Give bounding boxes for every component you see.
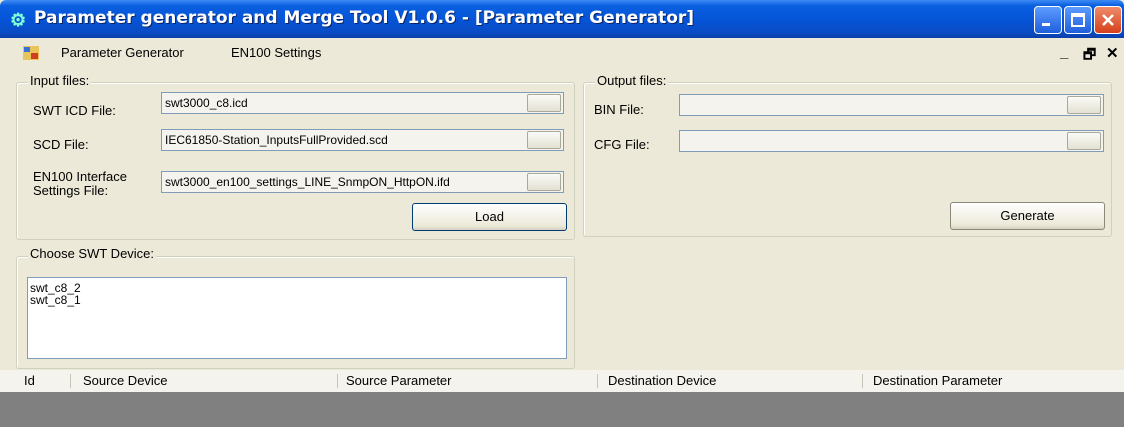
swt-icd-value: swt3000_c8.icd <box>165 96 248 110</box>
mapping-table-body[interactable] <box>0 392 1124 427</box>
device-legend: Choose SWT Device: <box>28 246 157 261</box>
maximize-button[interactable] <box>1064 6 1092 34</box>
col-source-device[interactable]: Source Device <box>83 373 168 388</box>
app-icon: ⚙ <box>10 10 27 30</box>
swt-icd-field[interactable]: swt3000_c8.icd <box>161 92 564 114</box>
mdi-close-icon[interactable]: ✕ <box>1106 44 1119 62</box>
scd-value: IEC61850-Station_InputsFullProvided.scd <box>165 133 388 147</box>
minimize-button[interactable] <box>1034 6 1062 34</box>
mdi-restore-icon[interactable]: 🗗 <box>1083 44 1096 68</box>
output-files-legend: Output files: <box>595 73 669 88</box>
list-item[interactable]: swt_c8_1 <box>30 294 564 306</box>
col-id[interactable]: Id <box>24 373 35 388</box>
menu-parameter-generator[interactable]: Parameter Generator <box>61 45 184 60</box>
col-destination-parameter[interactable]: Destination Parameter <box>873 373 1002 388</box>
scd-field[interactable]: IEC61850-Station_InputsFullProvided.scd <box>161 129 564 151</box>
en100-browse-button[interactable] <box>527 173 561 191</box>
swt-icd-browse-button[interactable] <box>527 94 561 112</box>
device-listbox[interactable]: swt_c8_2 swt_c8_1 <box>27 277 567 359</box>
cfg-label: CFG File: <box>594 137 650 152</box>
column-divider[interactable] <box>862 374 863 388</box>
col-destination-device[interactable]: Destination Device <box>608 373 716 388</box>
bin-browse-button[interactable] <box>1067 96 1101 114</box>
window-title: Parameter generator and Merge Tool V1.0.… <box>34 8 695 28</box>
mapping-table-header: Id Source Device Source Parameter Destin… <box>0 370 1124 393</box>
scd-label: SCD File: <box>33 137 89 152</box>
column-divider[interactable] <box>337 374 338 388</box>
title-bar[interactable]: ⚙ Parameter generator and Merge Tool V1.… <box>0 0 1124 38</box>
en100-value: swt3000_en100_settings_LINE_SnmpON_HttpO… <box>165 175 450 189</box>
list-item[interactable]: swt_c8_2 <box>30 282 564 294</box>
column-divider[interactable] <box>70 374 71 388</box>
swt-icd-label: SWT ICD File: <box>33 103 116 118</box>
column-divider[interactable] <box>597 374 598 388</box>
close-button[interactable] <box>1094 6 1122 34</box>
en100-label-line2: Settings File: <box>33 183 109 198</box>
mdi-child-icon <box>23 46 39 60</box>
en100-label-line1: EN100 Interface <box>33 169 127 184</box>
cfg-browse-button[interactable] <box>1067 132 1101 150</box>
generate-button[interactable]: Generate <box>950 202 1105 230</box>
bin-label: BIN File: <box>594 102 644 117</box>
en100-field[interactable]: swt3000_en100_settings_LINE_SnmpON_HttpO… <box>161 171 564 193</box>
menu-en100-settings[interactable]: EN100 Settings <box>231 45 321 60</box>
cfg-field[interactable] <box>679 130 1104 152</box>
col-source-parameter[interactable]: Source Parameter <box>346 373 452 388</box>
load-button[interactable]: Load <box>412 203 567 231</box>
bin-field[interactable] <box>679 94 1104 116</box>
mdi-minimize-icon[interactable]: _ <box>1060 44 1068 61</box>
scd-browse-button[interactable] <box>527 131 561 149</box>
input-files-legend: Input files: <box>28 73 92 88</box>
